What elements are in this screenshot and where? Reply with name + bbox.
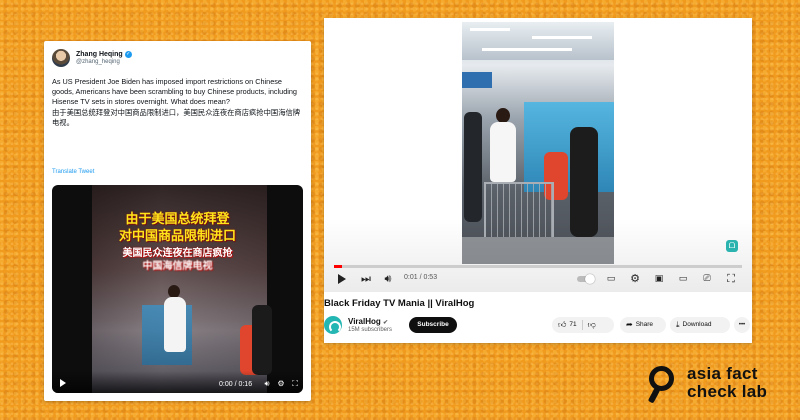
author-name[interactable]: Zhang Heqing (76, 51, 123, 58)
logo-text: asia fact check lab (687, 365, 767, 401)
logo-line-1: asia fact (687, 364, 758, 383)
share-label: Share (635, 321, 654, 328)
more-actions-button[interactable]: ••• (734, 317, 750, 333)
ceiling-light (482, 48, 572, 51)
channel-name[interactable]: ViralHog ✔ (348, 317, 392, 326)
youtube-video-time: 0:01 / 0:53 (404, 274, 438, 281)
like-count[interactable]: 71 (569, 317, 576, 333)
verified-badge-icon: ✔ (382, 320, 389, 326)
youtube-player[interactable]: ᗝ ⏭ 🔊︎ 0:01 / 0:53 ▭ ⚙ ▣ ▭ ⎚ ⛶ (324, 18, 752, 292)
tweet-text: As US President Joe Biden has imposed im… (52, 77, 304, 129)
play-icon[interactable] (60, 379, 66, 387)
channel-name-text[interactable]: ViralHog (348, 317, 381, 326)
shopper-left (464, 112, 482, 222)
store-sign (462, 72, 492, 88)
download-button[interactable]: ⤓ Download (670, 317, 730, 333)
subscriber-count: 15M subscribers (348, 327, 393, 333)
like-dislike-group: 👍︎ 71 👎︎ (552, 317, 614, 333)
next-icon[interactable]: ⏭ (360, 272, 372, 286)
caption-line-3: 美国民众连夜在商店疯抢 (122, 248, 233, 259)
ceiling-light (532, 36, 592, 39)
tweet-text-chinese: 由于美国总统拜登对中国商品限制进口，美国民众连夜在商店疯抢中国海信牌电视。 (52, 108, 301, 127)
shopper-white-shirt (490, 122, 516, 182)
youtube-card: ᗝ ⏭ 🔊︎ 0:01 / 0:53 ▭ ⚙ ▣ ▭ ⎚ ⛶ Black Fri… (324, 18, 752, 343)
author-names: Zhang Heqing ✓ @zhang_heqing (76, 51, 132, 65)
caption-line-1: 由于美国总统拜登 (125, 212, 230, 227)
caption-line-2: 对中国商品限制进口 (118, 229, 236, 244)
magnifier-icon (647, 365, 681, 405)
download-label: Download (682, 321, 712, 328)
author-avatar[interactable] (52, 49, 70, 67)
tweet-video-player[interactable]: 由于美国总统拜登 对中国商品限制进口 美国民众连夜在商店疯抢 中国海信牌电视 0… (52, 185, 303, 393)
tv-boxes (524, 102, 614, 192)
share-icon: ➦ (626, 320, 633, 329)
channel-avatar[interactable] (324, 316, 342, 334)
settings-icon[interactable]: ⚙ (276, 379, 286, 389)
share-button[interactable]: ➦ Share (620, 317, 666, 333)
fullscreen-icon[interactable]: ⛶ (724, 272, 738, 286)
like-icon[interactable]: 👍︎ (558, 317, 566, 333)
shopper-white-shirt (164, 297, 186, 352)
download-icon: ⤓ (676, 320, 680, 329)
miniplayer-icon[interactable]: ▣ (652, 272, 666, 286)
video-title[interactable]: Black Friday TV Mania || ViralHog (324, 298, 474, 309)
video-time: 0:00 / 0:16 (219, 381, 253, 388)
autoplay-toggle[interactable] (577, 274, 595, 284)
dislike-icon[interactable]: 👎︎ (588, 317, 596, 333)
author-handle[interactable]: @zhang_heqing (76, 59, 132, 65)
verified-badge-icon: ✓ (124, 51, 132, 58)
translate-tweet-link[interactable]: Translate Tweet (52, 169, 94, 175)
logo-line-2: check lab (687, 382, 768, 401)
volume-icon[interactable]: 🔊︎ (382, 272, 394, 286)
caption-line-4: 中国海信牌电视 (142, 261, 213, 272)
cast-icon[interactable]: ⎚ (700, 272, 714, 286)
youtube-progress-fill (334, 265, 343, 268)
youtube-progress-bar[interactable] (334, 265, 742, 268)
fullscreen-icon[interactable]: ⛶ (290, 379, 300, 389)
video-caption-overlay: 由于美国总统拜登 对中国商品限制进口 美国民众连夜在商店疯抢 中国海信牌电视 (52, 211, 303, 273)
theater-mode-icon[interactable]: ▭ (676, 272, 690, 286)
shopper-dark-jacket (252, 305, 272, 375)
tweet-text-english: As US President Joe Biden has imposed im… (52, 77, 297, 106)
shopper-head (496, 108, 510, 123)
magnifier-handle (647, 387, 661, 404)
magnifier-ring (649, 366, 674, 391)
volume-icon[interactable]: 🔊︎ (262, 379, 272, 389)
author-name-row: Zhang Heqing ✓ (76, 51, 132, 58)
ceiling-light (470, 28, 510, 31)
like-divider (581, 320, 583, 330)
play-icon[interactable] (338, 274, 346, 284)
settings-icon[interactable]: ⚙ (628, 272, 642, 286)
subscribe-button[interactable]: Subscribe (409, 317, 457, 333)
asia-fact-check-lab-logo: asia fact check lab (647, 365, 767, 405)
tweet-card: Zhang Heqing ✓ @zhang_heqing As US Presi… (44, 41, 311, 401)
channel-text: ViralHog ✔ 15M subscribers (348, 317, 392, 333)
channel-info: ViralHog ✔ 15M subscribers (324, 316, 392, 334)
viralhog-watermark-icon: ᗝ (726, 240, 738, 252)
tweet-header: Zhang Heqing ✓ @zhang_heqing (52, 49, 132, 67)
subtitles-icon[interactable]: ▭ (604, 272, 618, 286)
